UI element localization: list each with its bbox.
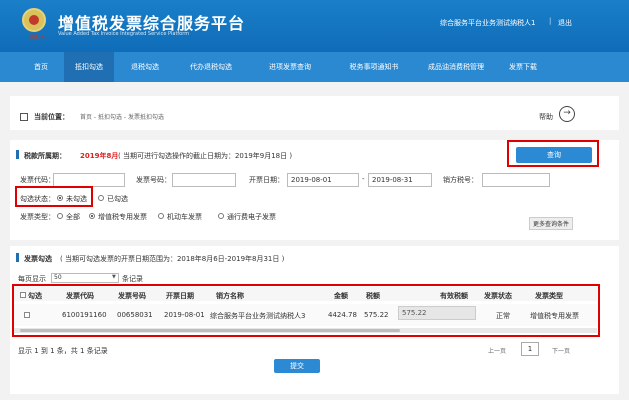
logout-link[interactable]: 退出: [558, 18, 572, 28]
type-all-label: 全部: [66, 213, 80, 221]
page-number-button[interactable]: 1: [521, 342, 539, 356]
nav-tax-notice[interactable]: 税务事项通知书: [334, 52, 414, 82]
section-marker: [16, 150, 19, 159]
scrollbar-thumb[interactable]: [20, 329, 400, 332]
seller-tax-id-label: 销方税号：: [443, 176, 478, 184]
main-nav: 首页 抵扣勾选 退税勾选 代办退税勾选 进项发票查询 税务事项通知书 成品油消费…: [0, 52, 629, 82]
results-title: 发票勾选: [24, 255, 52, 263]
next-page-button[interactable]: 下一页: [552, 346, 570, 355]
type-toll-radio[interactable]: [218, 213, 224, 219]
highlight-box-status: [15, 186, 93, 207]
prev-page-button[interactable]: 上一页: [488, 346, 506, 355]
nav-home[interactable]: 首页: [18, 52, 64, 82]
type-vat-special-label: 增值税专用发票: [98, 213, 147, 221]
tax-emblem-icon: [22, 8, 46, 32]
period-label: 税款所属期：: [24, 152, 66, 160]
submit-button[interactable]: 提交: [274, 359, 320, 373]
type-vehicle-radio[interactable]: [158, 213, 164, 219]
location-icon: [20, 113, 28, 121]
pager-info: 显示 1 到 1 条，共 1 条记录: [18, 347, 108, 355]
invoice-date-label: 开票日期：: [249, 176, 284, 184]
type-vat-special-radio[interactable]: [89, 213, 95, 219]
tax-period-value: 2019年8月: [80, 152, 119, 160]
page-size-select[interactable]: 50: [51, 273, 119, 283]
section-marker: [16, 253, 19, 262]
date-to-input[interactable]: 2019-08-31: [368, 173, 432, 187]
period-deadline-note: ( 当期可进行勾选操作的截止日期为：2019年9月18日 ): [118, 152, 293, 160]
type-all-radio[interactable]: [57, 213, 63, 219]
type-toll-label: 通行费电子发票: [227, 213, 276, 221]
date-from-input[interactable]: 2019-08-01: [287, 173, 359, 187]
date-range-separator: -: [362, 175, 365, 183]
highlight-box-query: [507, 140, 599, 167]
breadcrumb: 首页 - 抵扣勾选 - 发票抵扣勾选: [80, 114, 164, 121]
breadcrumb-label: 当前位置：: [34, 113, 69, 121]
chevron-down-icon[interactable]: ▼: [112, 274, 116, 280]
app-subtitle: Value Added Tax Invoice Integrated Servi…: [58, 31, 190, 37]
seller-tax-id-input[interactable]: [482, 173, 550, 187]
current-user: 综合服务平台业务测试纳税人1: [440, 19, 536, 27]
page-size-label: 每页显示: [18, 275, 46, 283]
header-separator: |: [549, 17, 552, 25]
nav-deduction-select[interactable]: 抵扣勾选: [64, 52, 114, 82]
invoice-code-input[interactable]: [53, 173, 125, 187]
nav-oil-tax[interactable]: 成品油消费税管理: [414, 52, 498, 82]
invoice-type-label: 发票类型：: [20, 213, 55, 221]
logo-caption: 中国税务: [24, 35, 45, 41]
page-size-suffix: 条记录: [122, 275, 143, 283]
nav-invoice-download[interactable]: 发票下载: [498, 52, 548, 82]
arrow-right-circle-icon[interactable]: →: [559, 106, 575, 122]
invoice-code-label: 发票代码：: [20, 176, 55, 184]
nav-agent-refund-select[interactable]: 代办退税勾选: [176, 52, 246, 82]
help-link[interactable]: 帮助: [539, 112, 553, 122]
type-vehicle-label: 机动车发票: [167, 213, 202, 221]
invoice-number-label: 发票号码：: [136, 176, 171, 184]
results-date-range-note: ( 当期可勾选发票的开票日期范围为：2018年8月6日-2019年8月31日 ): [60, 255, 285, 263]
nav-refund-select[interactable]: 退税勾选: [116, 52, 174, 82]
status-checked-label: 已勾选: [107, 195, 128, 203]
more-filters-button[interactable]: 更多查询条件: [529, 217, 574, 230]
nav-input-invoice-query[interactable]: 进项发票查询: [248, 52, 332, 82]
invoice-number-input[interactable]: [172, 173, 236, 187]
status-checked-radio[interactable]: [98, 195, 104, 201]
